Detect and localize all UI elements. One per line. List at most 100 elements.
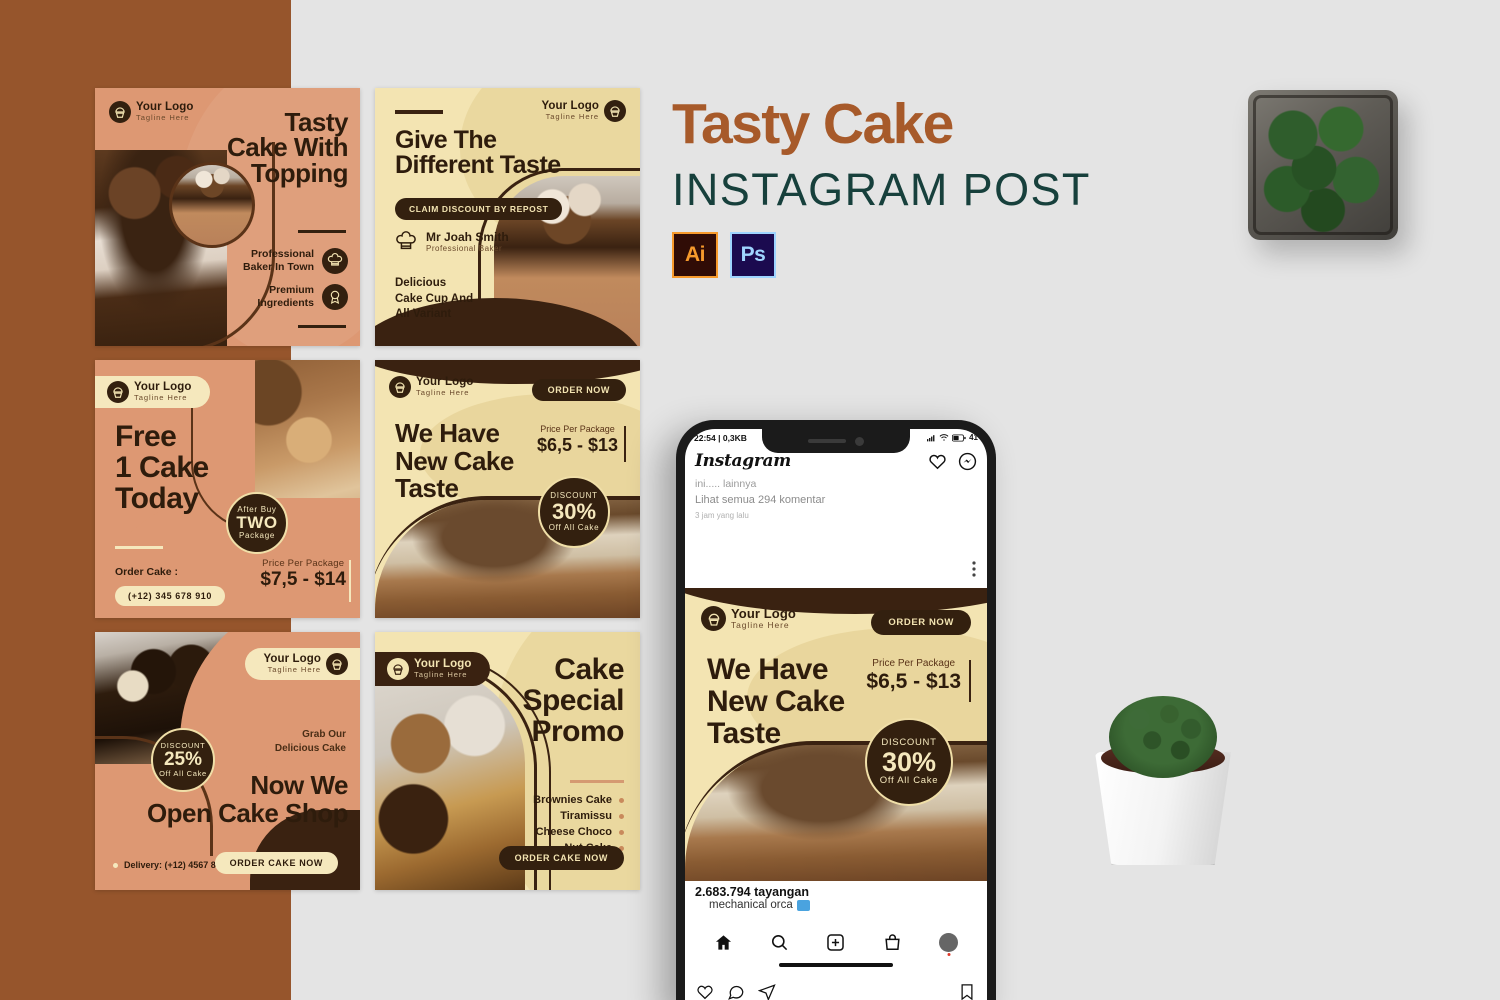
post4-order-now-button[interactable]: ORDER NOW bbox=[531, 379, 626, 401]
post6-menu-item-1: Brownies Cake bbox=[533, 794, 612, 806]
phonepost-price-label: Price Per Package bbox=[872, 658, 956, 669]
post5-logo-name: Your Logo bbox=[263, 653, 321, 666]
post2-headline-line2: Different Taste bbox=[395, 150, 561, 179]
comments-link[interactable]: Lihat semua 294 komentar bbox=[695, 492, 977, 509]
home-icon[interactable] bbox=[714, 933, 733, 952]
cupcake-icon bbox=[701, 606, 726, 631]
post3-headline-line1: Free bbox=[115, 420, 177, 453]
post6-headline-line2: Special bbox=[522, 684, 624, 718]
phonepost-price-rule bbox=[969, 660, 971, 702]
award-medal-icon bbox=[322, 284, 348, 311]
post4-logo-name: Your Logo bbox=[416, 376, 474, 389]
comment-icon[interactable] bbox=[727, 983, 745, 1000]
post1-feature-2: Premium Ingredients bbox=[257, 284, 348, 311]
bullet-icon bbox=[619, 797, 624, 803]
post2-footer-line3: All Variant bbox=[395, 308, 452, 321]
post-card-give-the-different-taste[interactable]: Your Logo Tagline Here Give The Differen… bbox=[375, 88, 640, 346]
post5-order-cake-now-button[interactable]: ORDER CAKE NOW bbox=[214, 852, 338, 874]
post1-feature2-line2: Ingredients bbox=[257, 297, 314, 310]
post6-menu-item-3: Cheese Choco bbox=[535, 826, 612, 838]
more-options-icon[interactable] bbox=[972, 561, 976, 582]
post6-headline: Cake Special Promo bbox=[522, 654, 624, 748]
cupcake-icon bbox=[604, 100, 626, 122]
cupcake-icon bbox=[107, 381, 129, 403]
post2-headline-line1: Give The bbox=[395, 126, 497, 154]
phonepost-headline-line1: We Have bbox=[707, 653, 829, 686]
instagram-post-image[interactable]: Your Logo Tagline Here ORDER NOW We Have… bbox=[685, 588, 987, 881]
post5-logo-tagline: Tagline Here bbox=[267, 665, 321, 675]
post3-logo-pill: Your Logo Tagline Here bbox=[95, 376, 210, 408]
post5-kicker-line2: Delicious Cake bbox=[274, 742, 346, 754]
share-icon[interactable] bbox=[758, 983, 776, 1000]
post5-headline-line1: Now We bbox=[250, 770, 348, 800]
post-card-now-we-open-cake-shop[interactable]: Your Logo Tagline Here DISCOUNT 25% Off … bbox=[95, 632, 360, 890]
post5-logo-pill: Your Logo Tagline Here bbox=[245, 648, 360, 680]
phone-mockup: 22:54 | 0,3KB 41 Instagram ini..... lain… bbox=[676, 420, 996, 1000]
phonepost-price-value: $6,5 - $13 bbox=[866, 670, 961, 693]
heart-icon[interactable] bbox=[928, 452, 947, 471]
post-card-cake-special-promo[interactable]: Your Logo Tagline Here Cake Special Prom… bbox=[375, 632, 640, 890]
post5-delivery: Delivery: (+12) 4567 8910 bbox=[113, 860, 231, 870]
like-icon[interactable] bbox=[696, 983, 714, 1000]
post3-order-label: Order Cake : bbox=[115, 566, 179, 578]
post-card-tasty-cake-with-topping[interactable]: Your Logo Tagline Here Tasty Cake With T… bbox=[95, 88, 360, 346]
phonepost-order-now-button[interactable]: ORDER NOW bbox=[871, 610, 971, 635]
post3-headline-line2: 1 Cake bbox=[115, 450, 209, 484]
post5-kicker-line1: Grab Our bbox=[302, 729, 346, 740]
profile-avatar[interactable] bbox=[939, 932, 959, 956]
status-time: 22:54 | 0,3KB bbox=[694, 432, 747, 443]
post2-baker-role: Professional Baker bbox=[426, 244, 503, 254]
post4-logo-tagline: Tagline Here bbox=[416, 388, 470, 398]
bookmark-icon[interactable] bbox=[958, 983, 976, 1000]
status-indicators: 41 bbox=[927, 433, 978, 442]
post3-price-label: Price Per Package bbox=[262, 558, 345, 569]
instagram-post-mockup-grid: Your Logo Tagline Here Tasty Cake With T… bbox=[95, 88, 640, 910]
phonepost-logo-name: Your Logo bbox=[731, 605, 796, 621]
post-card-free-1-cake-today[interactable]: Your Logo Tagline Here Free 1 Cake Today… bbox=[95, 360, 360, 618]
list-item: Cheese Choco bbox=[533, 826, 624, 838]
format-badges: Ai Ps bbox=[672, 232, 1091, 278]
instagram-views-block: 2.683.794 tayangan mechanical orca bbox=[685, 881, 987, 911]
search-icon[interactable] bbox=[770, 933, 789, 952]
instagram-bottom-nav bbox=[685, 925, 987, 959]
post-card-we-have-new-cake-taste[interactable]: Your Logo Tagline Here ORDER NOW We Have… bbox=[375, 360, 640, 618]
post5-headline: Now We Open Cake Shop bbox=[147, 770, 349, 827]
phone-notch bbox=[762, 429, 910, 453]
phonepost-logo: Your Logo Tagline Here bbox=[701, 606, 796, 631]
post2-baker-name: Mr Joah Smith bbox=[426, 230, 509, 244]
cactus-body bbox=[1109, 696, 1217, 778]
post-author[interactable]: mechanical orca bbox=[709, 899, 977, 911]
title-block: Tasty Cake INSTAGRAM POST Ai Ps bbox=[672, 96, 1091, 278]
cactus-plant-photo bbox=[1083, 690, 1243, 865]
header-icon-group bbox=[928, 452, 977, 471]
post1-divider-top bbox=[298, 230, 346, 233]
add-post-icon[interactable] bbox=[826, 933, 845, 952]
post4-price-block: Price Per Package $6,5 - $13 bbox=[537, 424, 618, 457]
chef-hat-icon bbox=[322, 248, 348, 275]
post2-footer-line1: Delicious bbox=[395, 277, 447, 289]
post4-headline-line3: Taste bbox=[395, 473, 459, 504]
post3-price-rule bbox=[349, 560, 351, 602]
post4-price-rule bbox=[624, 426, 626, 462]
post3-logo-tagline: Tagline Here bbox=[134, 393, 188, 403]
post3-phone-number[interactable]: (+12) 345 678 910 bbox=[115, 586, 226, 606]
bullet-icon bbox=[113, 862, 118, 868]
post5-kicker: Grab Our Delicious Cake bbox=[275, 728, 346, 755]
post-timestamp: 3 jam yang lalu bbox=[695, 510, 749, 520]
post2-divider-bottom bbox=[395, 326, 429, 330]
post6-order-cake-now-button[interactable]: ORDER CAKE NOW bbox=[498, 846, 624, 870]
messenger-icon[interactable] bbox=[958, 452, 977, 471]
list-item: Tiramissu bbox=[533, 810, 624, 822]
post6-divider bbox=[570, 780, 624, 783]
cupcake-icon bbox=[109, 101, 131, 123]
front-camera-icon bbox=[855, 436, 864, 446]
post6-headline-line1: Cake bbox=[554, 653, 624, 686]
post4-logo: Your Logo Tagline Here bbox=[389, 376, 474, 398]
caption-truncated: ini..... lainnya bbox=[695, 478, 757, 490]
list-item: Brownies Cake bbox=[533, 794, 624, 806]
post2-claim-discount-button[interactable]: CLAIM DISCOUNT BY REPOST bbox=[395, 198, 563, 220]
post4-discount-badge: DISCOUNT 30% Off All Cake bbox=[538, 476, 610, 548]
phonepost-badge-mid: 30% bbox=[881, 746, 937, 777]
post3-headline: Free 1 Cake Today bbox=[115, 420, 209, 515]
shop-icon[interactable] bbox=[883, 933, 902, 952]
